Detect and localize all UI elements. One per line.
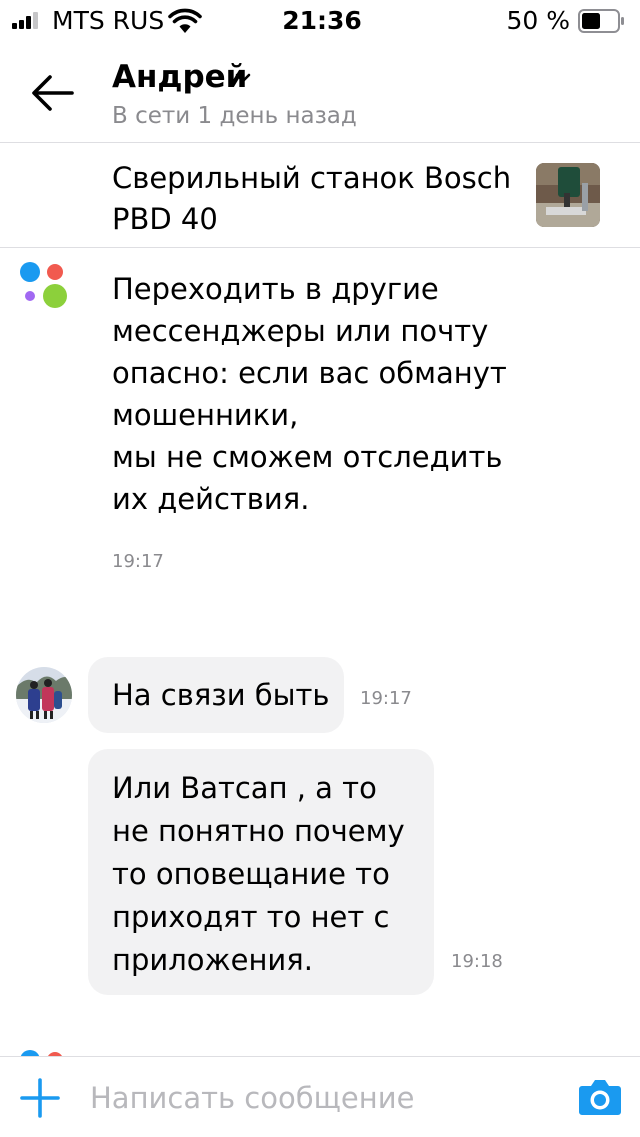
battery-percent: 50 %: [506, 6, 570, 35]
message-input[interactable]: [90, 1074, 550, 1122]
plus-icon[interactable]: [20, 1078, 60, 1118]
message-time: 19:18: [451, 951, 503, 972]
avito-logo-icon: [18, 260, 70, 312]
chevron-down-icon[interactable]: [233, 68, 253, 88]
signal-icon: [12, 11, 46, 29]
product-thumbnail[interactable]: [536, 163, 600, 227]
camera-icon[interactable]: [578, 1078, 622, 1116]
product-divider: [0, 247, 640, 248]
system-message-time: 19:17: [112, 551, 164, 572]
wifi-icon: [168, 8, 202, 34]
message-bubble[interactable]: На связи быть: [88, 657, 344, 733]
contact-name[interactable]: Андрей: [112, 58, 247, 96]
system-warning-text: Переходить в другие мессенджеры или почт…: [112, 272, 507, 516]
header-divider: [0, 142, 640, 143]
status-time: 21:36: [282, 6, 362, 35]
product-title[interactable]: Сверильный станок Bosch PBD 40: [112, 158, 512, 240]
avito-logo-icon: [18, 1048, 70, 1056]
carrier-name: MTS RUS: [52, 6, 165, 35]
message-text: На связи быть: [112, 678, 330, 712]
back-arrow-icon[interactable]: [30, 74, 78, 112]
battery-icon: [578, 9, 624, 33]
status-bar: MTS RUS 21:36 50 %: [0, 0, 640, 42]
contact-status: В сети 1 день назад: [112, 103, 357, 129]
message-text: Или Ватсап , а то не понятно почему то о…: [112, 771, 405, 977]
message-bubble[interactable]: Или Ватсап , а то не понятно почему то о…: [88, 749, 434, 995]
avatar[interactable]: [16, 667, 72, 723]
message-time: 19:17: [360, 688, 412, 709]
